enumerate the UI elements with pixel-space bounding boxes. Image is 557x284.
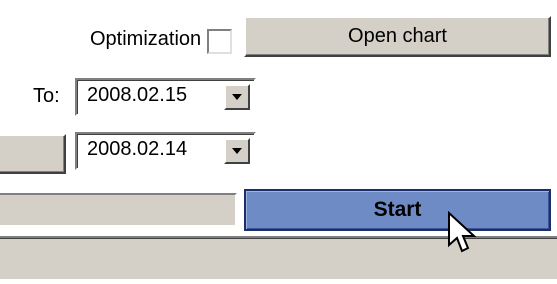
chevron-down-icon bbox=[231, 93, 243, 101]
partial-button[interactable] bbox=[0, 134, 66, 174]
tester-panel: Optimization Open chart To: 2008.02.15 2… bbox=[0, 0, 557, 284]
from-date-select[interactable]: 2008.02.14 bbox=[75, 132, 256, 170]
start-button[interactable]: Start bbox=[244, 189, 551, 231]
from-date-dropdown-button[interactable] bbox=[224, 138, 250, 164]
to-date-label: To: bbox=[33, 85, 60, 107]
optimization-label: Optimization bbox=[90, 28, 202, 50]
open-chart-button[interactable]: Open chart bbox=[244, 16, 551, 57]
chevron-down-icon bbox=[231, 147, 243, 155]
bottom-edge bbox=[0, 279, 557, 284]
to-date-select[interactable]: 2008.02.15 bbox=[75, 78, 256, 116]
open-chart-button-label: Open chart bbox=[348, 25, 447, 47]
to-date-dropdown-button[interactable] bbox=[224, 84, 250, 110]
to-date-value: 2008.02.15 bbox=[87, 84, 188, 106]
progress-bar bbox=[0, 193, 237, 227]
from-date-value: 2008.02.14 bbox=[87, 138, 188, 160]
optimization-checkbox[interactable] bbox=[207, 29, 232, 54]
start-button-label: Start bbox=[373, 198, 422, 221]
mouse-pointer-icon bbox=[447, 210, 477, 255]
